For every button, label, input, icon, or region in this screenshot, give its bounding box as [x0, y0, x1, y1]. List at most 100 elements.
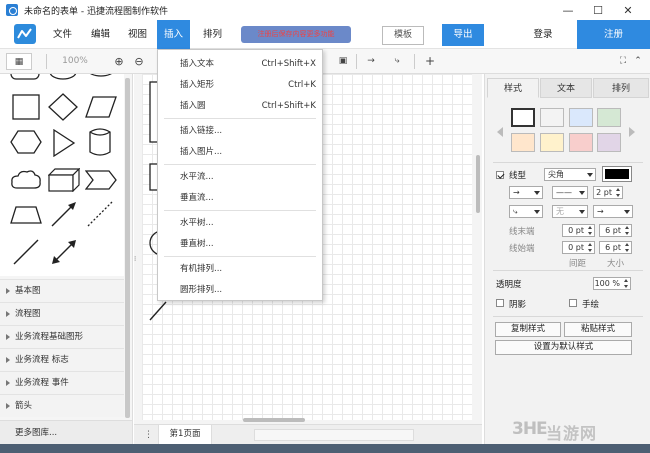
category-bpmn-basic[interactable]: 业务流程基础图形 — [0, 325, 124, 348]
export-button[interactable]: 导出 — [442, 24, 484, 46]
add-icon[interactable]: + — [424, 53, 436, 70]
spin-down-icon[interactable] — [588, 249, 592, 252]
page-tab-scroll[interactable] — [254, 429, 414, 441]
spin-down-icon[interactable] — [625, 232, 629, 235]
menu-item-horizontal-flow[interactable]: 水平流... — [158, 168, 322, 186]
menu-item-vertical-tree[interactable]: 垂直树... — [158, 235, 322, 253]
spin-up-icon[interactable] — [625, 226, 629, 229]
category-arrows[interactable]: 箭头 — [0, 394, 124, 417]
shape-cloud[interactable] — [10, 169, 42, 191]
category-bpmn-markers[interactable]: 业务流程 标志 — [0, 348, 124, 371]
zoom-in-icon[interactable]: ⊕ — [112, 53, 126, 70]
spin-down-icon[interactable] — [625, 249, 629, 252]
shape-hexagon[interactable] — [10, 130, 42, 154]
menu-item-insert-text[interactable]: 插入文本 Ctrl+Shift+X — [158, 55, 322, 73]
shape-diamond[interactable] — [48, 93, 78, 121]
shape-triangle[interactable] — [52, 129, 76, 157]
shape-line[interactable] — [12, 238, 40, 266]
menu-item-horizontal-tree[interactable]: 水平树... — [158, 214, 322, 232]
spin-up-icon[interactable] — [625, 243, 629, 246]
style-swatch[interactable] — [540, 108, 564, 127]
menu-item-insert-image[interactable]: 插入图片... — [158, 143, 322, 161]
line-color-picker[interactable] — [602, 166, 632, 182]
spin-down-icon[interactable] — [588, 232, 592, 235]
shape-chevron-step[interactable] — [85, 170, 117, 190]
register-notice-badge[interactable]: 注册后保存内容更多功能 — [241, 26, 351, 43]
shadow-toggle-icon[interactable]: ▣ — [337, 53, 349, 70]
menu-file[interactable]: 文件 — [50, 20, 75, 49]
spin-down-icon[interactable] — [616, 194, 620, 197]
menu-item-circle-layout[interactable]: 圆形排列... — [158, 281, 322, 299]
fullscreen-icon[interactable]: ⛶ — [617, 53, 629, 70]
collapse-panel-icon[interactable]: ⌃ — [632, 53, 644, 70]
close-button[interactable]: ✕ — [614, 0, 642, 20]
login-button[interactable]: 登录 — [520, 20, 566, 49]
style-swatch[interactable] — [569, 133, 593, 152]
arrow-direction-select[interactable]: → — [593, 205, 633, 218]
waypoint-style-icon[interactable]: ⤷ — [388, 53, 406, 70]
line-start-size-spinner[interactable]: 6 pt — [599, 241, 632, 254]
template-button[interactable]: 模板 — [382, 26, 424, 45]
menu-edit[interactable]: 编辑 — [88, 20, 113, 49]
line-end-style-select[interactable]: → — [509, 186, 543, 199]
menu-item-organic-layout[interactable]: 有机排列... — [158, 260, 322, 278]
category-flowchart[interactable]: 流程图 — [0, 302, 124, 325]
style-swatch[interactable] — [597, 108, 621, 127]
panel-collapse-handle[interactable]: ⁞ — [134, 255, 140, 267]
line-width-spinner[interactable]: 2 pt — [593, 186, 623, 199]
category-bpmn-events[interactable]: 业务流程 事件 — [0, 371, 124, 394]
spin-up-icon[interactable] — [588, 243, 592, 246]
canvas-horizontal-scrollbar[interactable] — [243, 418, 305, 422]
menu-item-insert-link[interactable]: 插入链接... — [158, 122, 322, 140]
minimize-button[interactable]: — — [554, 0, 582, 20]
tab-text[interactable]: 文本 — [540, 78, 592, 98]
format-panel-toggle-icon[interactable]: ▦ — [6, 53, 32, 70]
waypoint-select[interactable]: ⤷ — [509, 205, 543, 218]
zoom-out-icon[interactable]: ⊖ — [132, 53, 146, 70]
shape-ellipse-small[interactable] — [86, 74, 116, 80]
register-button[interactable]: 注册 — [577, 20, 650, 49]
spin-up-icon[interactable] — [624, 279, 628, 282]
shape-rounded-rect[interactable] — [10, 74, 40, 80]
menu-item-insert-rectangle[interactable]: 插入矩形 Ctrl+K — [158, 76, 322, 94]
zoom-select[interactable]: 100% — [55, 53, 95, 70]
line-end-spacing-spinner[interactable]: 0 pt — [562, 224, 595, 237]
swatch-prev-icon[interactable] — [497, 127, 503, 137]
canvas-vertical-scrollbar[interactable] — [476, 155, 480, 213]
shape-trapezoid[interactable] — [10, 206, 42, 224]
page-menu-icon[interactable]: ⋮ — [144, 429, 154, 441]
shape-ellipse[interactable] — [48, 74, 78, 80]
menu-view[interactable]: 视图 — [125, 20, 150, 49]
line-end-size-spinner[interactable]: 6 pt — [599, 224, 632, 237]
paste-style-button[interactable]: 粘贴样式 — [564, 322, 632, 337]
more-libraries-button[interactable]: 更多图库... — [0, 420, 132, 444]
sketch-checkbox[interactable] — [569, 299, 577, 307]
style-swatch[interactable] — [540, 133, 564, 152]
spin-up-icon[interactable] — [616, 188, 620, 191]
shadow-checkbox[interactable] — [496, 299, 504, 307]
style-swatch[interactable] — [511, 133, 535, 152]
shape-square[interactable] — [12, 94, 40, 120]
style-swatch[interactable] — [511, 108, 535, 127]
line-corner-select[interactable]: 尖角 — [544, 168, 596, 181]
spin-up-icon[interactable] — [588, 226, 592, 229]
wave-select[interactable]: 无 — [552, 205, 588, 218]
line-pattern-select[interactable]: —— — [552, 186, 588, 199]
connection-style-icon[interactable]: → — [362, 53, 380, 70]
shape-bidirectional-arrow[interactable] — [50, 238, 78, 266]
shape-panel-scrollbar[interactable] — [125, 78, 130, 418]
shape-arrow-line[interactable] — [50, 200, 78, 228]
menu-insert[interactable]: 插入 — [157, 20, 191, 49]
menu-item-insert-circle[interactable]: 插入圆 Ctrl+Shift+K — [158, 97, 322, 115]
style-swatch[interactable] — [569, 108, 593, 127]
shape-dotted-line[interactable] — [86, 200, 114, 228]
style-swatch[interactable] — [597, 133, 621, 152]
menu-item-vertical-flow[interactable]: 垂直流... — [158, 189, 322, 207]
line-start-spacing-spinner[interactable]: 0 pt — [562, 241, 595, 254]
spin-down-icon[interactable] — [624, 285, 628, 288]
shape-cylinder[interactable] — [89, 127, 111, 157]
swatch-next-icon[interactable] — [629, 127, 635, 137]
shape-parallelogram[interactable] — [85, 96, 117, 118]
copy-style-button[interactable]: 复制样式 — [495, 322, 561, 337]
page-tab-1[interactable]: 第1页面 — [158, 425, 212, 444]
